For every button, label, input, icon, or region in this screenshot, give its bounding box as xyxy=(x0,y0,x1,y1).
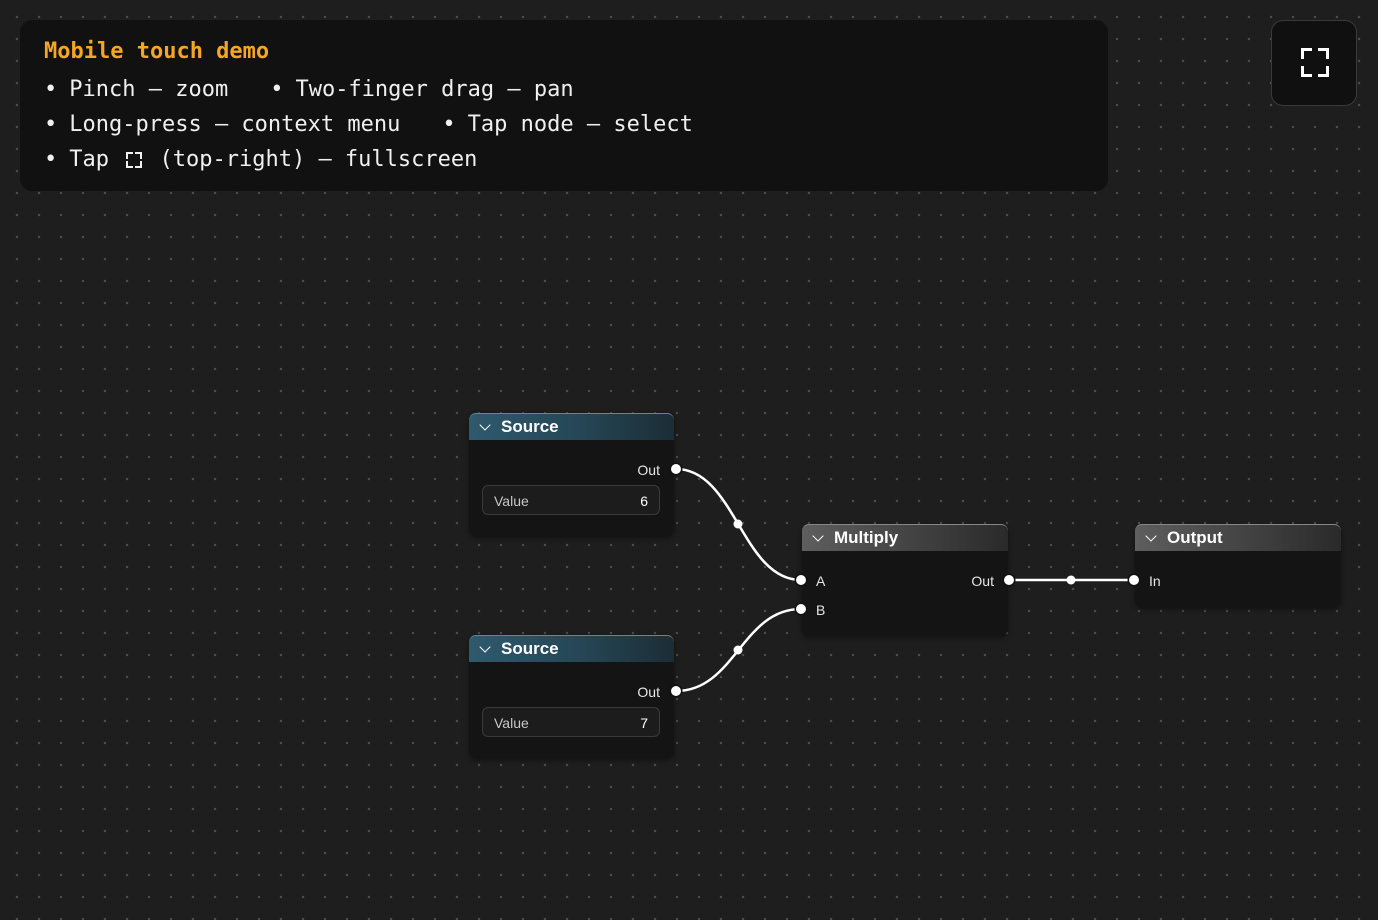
output-socket[interactable] xyxy=(671,686,681,696)
fullscreen-icon-corner xyxy=(1301,66,1312,77)
node-header[interactable]: Output xyxy=(1135,524,1341,551)
help-fullscreen-post: (top-right) — fullscreen xyxy=(159,147,478,172)
node-title: Multiply xyxy=(834,528,899,547)
wire-reroute-dot[interactable] xyxy=(733,645,743,655)
node-title: Source xyxy=(501,639,559,658)
bullet: • xyxy=(44,112,58,137)
wire-source1-to-multiply-a[interactable] xyxy=(675,467,802,582)
node-graph-canvas[interactable]: Mobile touch demo • Pinch — zoom • Two-fing… xyxy=(0,0,1378,920)
node-header[interactable]: Multiply xyxy=(802,524,1008,551)
wire-source2-to-multiply-b[interactable] xyxy=(675,607,802,693)
node-title: Source xyxy=(501,417,559,436)
socket-label-out: Out xyxy=(637,462,660,478)
fullscreen-icon-corner xyxy=(1318,66,1329,77)
source-node-2[interactable]: Source Out Value 7 xyxy=(469,635,681,758)
output-socket[interactable] xyxy=(1004,575,1014,585)
wire-reroute-dot[interactable] xyxy=(1066,575,1076,585)
input-socket-in[interactable] xyxy=(1129,575,1139,585)
fullscreen-icon xyxy=(1301,48,1312,59)
multiply-node[interactable]: Multiply A B Out xyxy=(796,524,1014,636)
fullscreen-button[interactable] xyxy=(1271,20,1357,106)
help-tap-select: Tap node — select xyxy=(467,112,693,137)
socket-label-in: In xyxy=(1149,573,1161,589)
output-socket[interactable] xyxy=(671,464,681,474)
output-node[interactable]: Output In xyxy=(1129,524,1341,607)
chevron-down-icon[interactable] xyxy=(812,529,824,542)
bullet: • xyxy=(270,77,284,102)
help-pinch: Pinch — zoom xyxy=(69,77,229,102)
node-header[interactable]: Source xyxy=(469,635,674,662)
help-long-press: Long-press — context menu xyxy=(69,112,401,137)
value-field-label: Value xyxy=(494,493,529,509)
value-field[interactable]: Value 7 xyxy=(482,707,660,737)
value-field-value: 6 xyxy=(640,493,648,509)
chevron-down-icon[interactable] xyxy=(479,418,491,431)
fullscreen-icon xyxy=(126,152,143,168)
chevron-down-icon[interactable] xyxy=(1145,529,1157,542)
bullet: • xyxy=(44,77,58,102)
source-node-1[interactable]: Source Out Value 6 xyxy=(469,413,681,536)
wire-reroute-dot[interactable] xyxy=(733,519,743,529)
value-field-label: Value xyxy=(494,715,529,731)
help-pan: Two-finger drag — pan xyxy=(295,77,574,102)
socket-label-out: Out xyxy=(637,684,660,700)
help-row-1: • Pinch — zoom • Two-finger drag — pan xyxy=(44,72,1108,107)
value-field[interactable]: Value 6 xyxy=(482,485,660,515)
node-header[interactable]: Source xyxy=(469,413,674,440)
socket-label-a: A xyxy=(816,573,826,589)
value-field-value: 7 xyxy=(640,715,648,731)
input-socket-b[interactable] xyxy=(796,604,806,614)
socket-label-out: Out xyxy=(971,573,994,589)
help-row-2: • Long-press — context menu • Tap node — se… xyxy=(44,107,1108,142)
socket-label-b: B xyxy=(816,602,826,618)
bullet: • xyxy=(44,147,58,172)
help-fullscreen-pre: Tap xyxy=(69,147,109,172)
chevron-down-icon[interactable] xyxy=(479,640,491,653)
bullet: • xyxy=(442,112,456,137)
input-socket-a[interactable] xyxy=(796,575,806,585)
help-panel: Mobile touch demo • Pinch — zoom • Two-fing… xyxy=(20,20,1108,191)
fullscreen-icon-corner xyxy=(1318,48,1329,59)
node-title: Output xyxy=(1167,528,1223,547)
help-row-3: • Tap (top-right) — fullscreen xyxy=(44,142,1108,177)
help-title: Mobile touch demo xyxy=(44,39,270,64)
